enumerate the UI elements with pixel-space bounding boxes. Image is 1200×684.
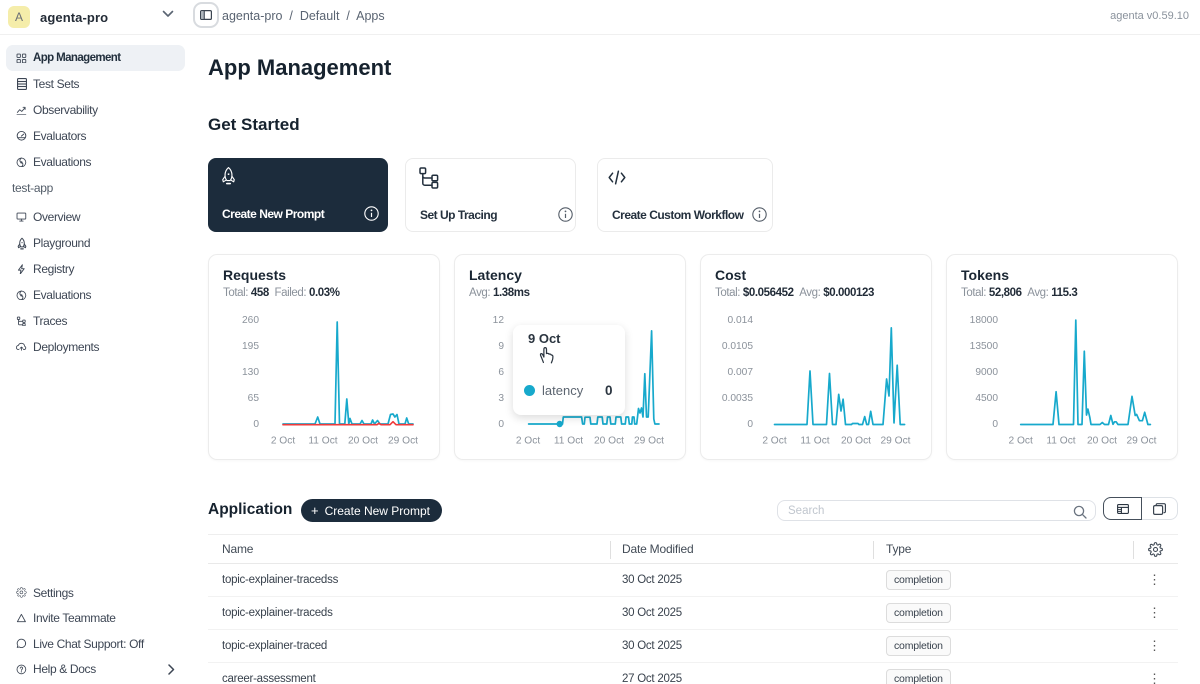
svg-text:0: 0 — [253, 419, 259, 430]
svg-text:13500: 13500 — [970, 341, 999, 352]
svg-text:0.007: 0.007 — [728, 367, 754, 378]
svg-text:130: 130 — [242, 367, 259, 378]
svg-text:9: 9 — [498, 341, 504, 352]
svg-text:20 Oct: 20 Oct — [594, 436, 624, 447]
svg-text:12: 12 — [493, 315, 505, 326]
svg-text:18000: 18000 — [970, 315, 999, 326]
svg-text:0.014: 0.014 — [728, 315, 754, 326]
svg-text:11 Oct: 11 Oct — [554, 436, 583, 447]
svg-text:2 Oct: 2 Oct — [271, 436, 296, 447]
svg-text:20 Oct: 20 Oct — [1087, 436, 1117, 447]
svg-text:3: 3 — [498, 393, 504, 404]
svg-text:20 Oct: 20 Oct — [348, 436, 378, 447]
svg-text:11 Oct: 11 Oct — [800, 436, 829, 447]
svg-text:11 Oct: 11 Oct — [308, 436, 337, 447]
svg-text:260: 260 — [242, 315, 259, 326]
svg-text:2 Oct: 2 Oct — [1009, 436, 1034, 447]
svg-text:0: 0 — [498, 419, 504, 430]
svg-text:0.0035: 0.0035 — [722, 393, 753, 404]
svg-text:9000: 9000 — [975, 367, 998, 378]
svg-text:2 Oct: 2 Oct — [762, 436, 787, 447]
svg-text:195: 195 — [242, 341, 259, 352]
svg-text:65: 65 — [248, 393, 260, 404]
svg-text:6: 6 — [498, 367, 504, 378]
svg-text:4500: 4500 — [975, 393, 998, 404]
svg-text:11 Oct: 11 Oct — [1046, 436, 1075, 447]
svg-text:29 Oct: 29 Oct — [634, 436, 664, 447]
svg-text:20 Oct: 20 Oct — [841, 436, 871, 447]
svg-text:0: 0 — [747, 419, 753, 430]
svg-text:29 Oct: 29 Oct — [388, 436, 418, 447]
svg-text:29 Oct: 29 Oct — [1126, 436, 1156, 447]
svg-text:0: 0 — [992, 419, 998, 430]
svg-text:0.0105: 0.0105 — [722, 341, 753, 352]
svg-text:2 Oct: 2 Oct — [516, 436, 541, 447]
svg-text:29 Oct: 29 Oct — [880, 436, 910, 447]
